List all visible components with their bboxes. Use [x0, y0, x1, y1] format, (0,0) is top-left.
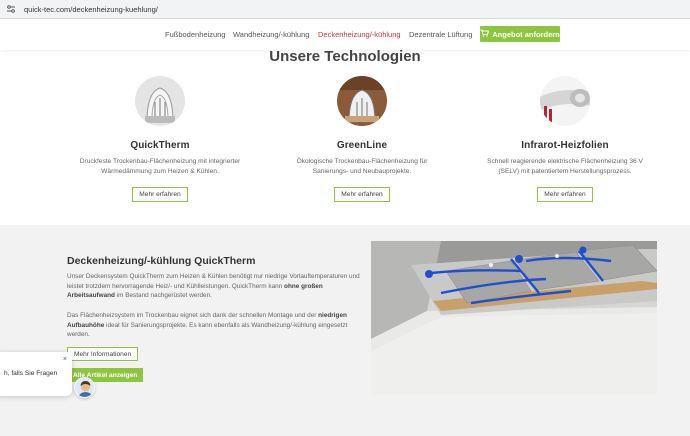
tech-description: Schnell reagierende elektrische Flächenh…: [487, 158, 643, 175]
tech-title: QuickTherm: [130, 140, 190, 151]
more-info-button[interactable]: Mehr Informationen: [67, 347, 139, 361]
tech-card-infrarot: Infrarot-Heizfolien Schnell reagierende …: [465, 76, 665, 202]
chat-avatar[interactable]: [74, 377, 95, 398]
cart-icon: [480, 29, 490, 39]
chat-bubble[interactable]: × h, falls Sie Fragen: [0, 352, 72, 396]
tech-card-quicktherm: QuickTherm Druckfeste Trockenbau-Flächen…: [60, 76, 260, 202]
tech-title: Infrarot-Heizfolien: [521, 140, 609, 151]
feature-title: Deckenheizung/-kühlung QuickTherm: [67, 255, 256, 267]
tech-card-greenline: GreenLine Ökologische Trockenbau-Flächen…: [262, 76, 462, 202]
feature-paragraph-1: Unser Deckensystem QuickTherm zum Heizen…: [67, 273, 360, 300]
more-button[interactable]: Mehr erfahren: [334, 187, 390, 202]
ceiling-render-image: [371, 241, 657, 395]
infrarot-image: [540, 76, 590, 126]
request-quote-label: Angebot anfordern: [492, 29, 560, 39]
nav-item-wandheizung[interactable]: Wandheizung/-kühlung: [233, 30, 309, 39]
tech-description: Ökologische Trockenbau-Flächenheizung fü…: [296, 158, 428, 175]
more-button[interactable]: Mehr erfahren: [537, 187, 593, 202]
url-text: quick-tec.com/deckenheizung-kuehlung/: [24, 4, 158, 14]
tech-title: GreenLine: [336, 140, 388, 151]
address-bar[interactable]: quick-tec.com/deckenheizung-kuehlung/: [0, 0, 690, 19]
feature-paragraph-2: Das Flächenheizsystem im Trockenbau eign…: [67, 312, 348, 339]
request-quote-button[interactable]: Angebot anfordern: [480, 26, 560, 42]
tech-description: Druckfeste Trockenbau-Flächenheizung mit…: [79, 158, 241, 175]
chat-message: h, falls Sie Fragen: [4, 370, 58, 377]
close-icon[interactable]: ×: [63, 356, 67, 363]
greenline-image: [337, 76, 387, 126]
nav-item-fussbodenheizung[interactable]: Fußbodenheizung: [165, 30, 225, 39]
nav-item-lueftung[interactable]: Dezentrale Lüftung: [409, 30, 472, 39]
quicktherm-image: [135, 76, 185, 126]
site-info-icon[interactable]: [6, 4, 16, 14]
section-title: Unsere Technologien: [269, 48, 421, 65]
more-button[interactable]: Mehr erfahren: [132, 187, 188, 202]
main-navigation: Fußbodenheizung Wandheizung/-kühlung Dec…: [0, 19, 690, 50]
nav-item-deckenheizung[interactable]: Deckenheizung/-kühlung: [318, 30, 401, 39]
